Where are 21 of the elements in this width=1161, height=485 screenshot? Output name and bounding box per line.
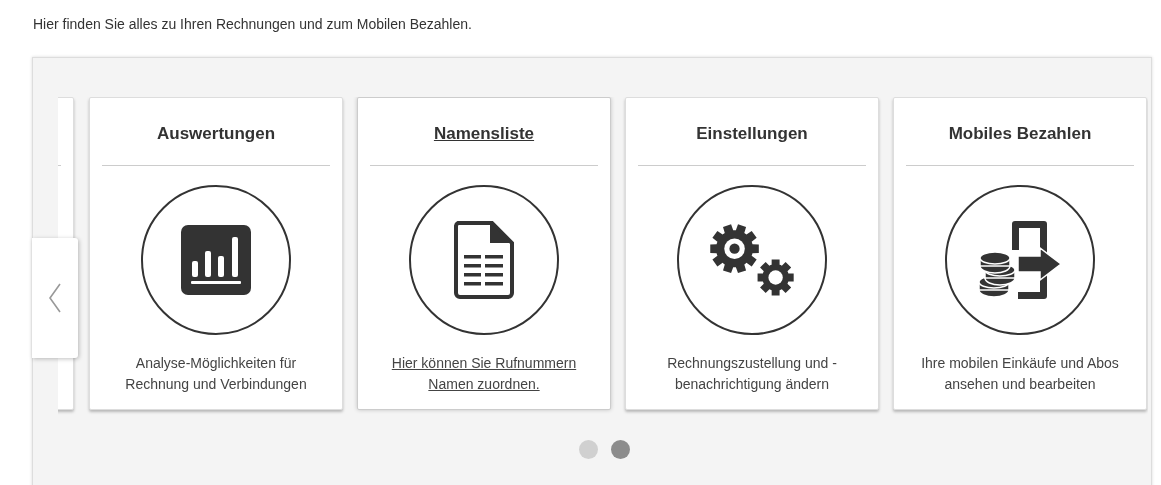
chevron-left-icon [48, 283, 62, 313]
bar-chart-icon [181, 225, 251, 295]
mobile-payment-icon [978, 220, 1062, 300]
previous-button[interactable] [32, 238, 78, 358]
card-description: Hier können Sie Rufnummern Namen zuordnen. [390, 354, 578, 394]
pager-dot[interactable] [611, 440, 630, 459]
gears-icon [707, 222, 797, 298]
service-card[interactable]: Namensliste Hier können Sie Rufnummern Namen zuordnen. [357, 97, 611, 410]
card-description: Analyse-Möglichkeiten für Rechnung und Verbindungen [124, 354, 308, 394]
card-title: Mobiles Bezahlen [948, 124, 1092, 145]
intro-text: Hier finden Sie alles zu Ihren Rechnungen und zum Mobilen Bezahlen. [32, 15, 473, 34]
pager-dot[interactable] [579, 440, 598, 459]
service-card[interactable]: Mobiles Bezahlen Ihre mobilen Einkäufe und Abos ansehen und bearbeiten [893, 97, 1147, 410]
card-title: Namensliste [433, 124, 535, 145]
card-description: Rechnungszustellung und -benachrichtigung ändern [666, 354, 838, 394]
service-card[interactable]: Auswertungen Analyse-Möglichkeiten für Rechnung und Verbindungen [89, 97, 343, 410]
service-card[interactable]: Einstellungen Rechnungszustellung und -benachrichtigung ändern [625, 97, 879, 410]
card-title: Einstellungen [696, 124, 808, 145]
card-description: Ihre mobilen Einkäufe und Abos ansehen und bearbeiten [920, 354, 1120, 394]
card-title: Auswertungen [156, 124, 276, 145]
document-icon [454, 221, 514, 299]
